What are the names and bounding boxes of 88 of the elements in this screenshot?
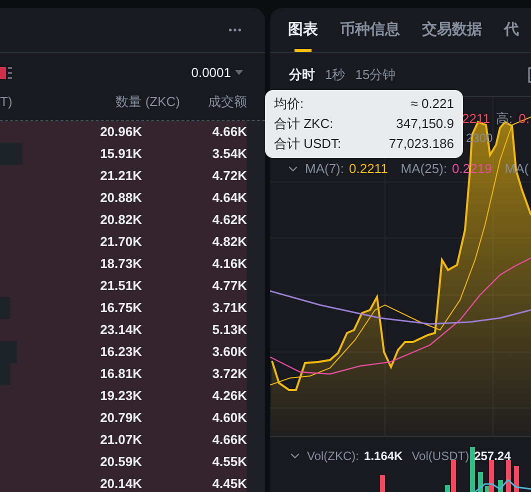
amount-text: 16.75K xyxy=(99,299,142,318)
total-text: 4.72K xyxy=(211,167,247,186)
amount-text: 20.82K xyxy=(99,211,142,230)
interval-tab[interactable]: 1秒 xyxy=(325,64,346,84)
tab[interactable]: 币种信息 xyxy=(340,8,400,52)
volume-label: Vol(ZKC): xyxy=(307,448,360,465)
precision-dropdown[interactable]: 0.0001 xyxy=(191,62,243,82)
order-row[interactable]: 15.91K 3.54K xyxy=(0,143,247,165)
amount-text: 21.07K xyxy=(99,431,142,450)
ma-label: MA( xyxy=(504,160,529,178)
amount-text: 20.79K xyxy=(99,409,142,428)
amount-text: 21.51K xyxy=(99,277,142,296)
order-row[interactable]: 23.14K 5.13K xyxy=(0,319,247,341)
total-text: 4.66K xyxy=(211,123,247,142)
tooltip-label: 均价: xyxy=(274,95,304,113)
tooltip-value: 347,150.9 xyxy=(396,115,454,133)
tab[interactable]: 图表 xyxy=(288,8,318,52)
volume-bar xyxy=(380,475,385,492)
total-text: 4.26K xyxy=(211,387,247,406)
ma-value: 0.2211 xyxy=(349,160,388,178)
total-text: 4.16K xyxy=(211,255,247,274)
order-row[interactable]: 16.75K 3.71K xyxy=(0,297,247,319)
amount-text: 21.21K xyxy=(99,167,142,186)
order-row[interactable]: 20.59K 4.55K xyxy=(0,451,247,473)
total-text: 5.13K xyxy=(211,321,247,340)
order-row[interactable]: 19.23K 4.26K xyxy=(0,385,247,407)
tab-underline xyxy=(294,49,312,52)
amount-text: 16.23K xyxy=(99,343,142,362)
ma-label: MA(7): xyxy=(305,160,344,178)
total-text: 4.55K xyxy=(211,453,247,472)
volume-label: Vol(USDT) xyxy=(412,448,470,465)
amount-text: 23.14K xyxy=(99,321,142,340)
total-text: 3.54K xyxy=(211,145,247,164)
order-row[interactable]: 20.82K 4.62K xyxy=(0,209,247,231)
order-row[interactable]: 21.70K 4.82K xyxy=(0,231,247,253)
total-text: 4.82K xyxy=(211,233,247,252)
scrollbar-track[interactable] xyxy=(247,121,265,492)
amount-text: 20.88K xyxy=(99,189,142,208)
amount-text: 20.96K xyxy=(99,123,142,142)
order-row[interactable]: 20.88K 4.64K xyxy=(0,187,247,209)
amount-text: 16.81K xyxy=(99,365,142,384)
volume-average-line xyxy=(474,478,531,492)
tooltip-value: ≈ 0.221 xyxy=(410,95,454,113)
tooltip-label: 合计 USDT: xyxy=(274,135,342,153)
column-header: 数量 (ZKC) xyxy=(116,93,180,111)
amount-text: 19.23K xyxy=(99,387,142,406)
order-book-view-icon[interactable] xyxy=(0,66,12,78)
interval-tab[interactable]: 分时 xyxy=(289,64,315,84)
total-text: 4.77K xyxy=(211,277,247,296)
order-row[interactable]: 21.21K 4.72K xyxy=(0,165,247,187)
tooltip-value: 77,023.186 xyxy=(388,135,454,153)
order-row[interactable]: 21.07K 4.66K xyxy=(0,429,247,451)
order-row[interactable]: 20.96K 4.66K xyxy=(0,121,247,143)
amount-text: 20.14K xyxy=(99,475,142,492)
volume-bar xyxy=(514,466,519,492)
ma-label: MA(25): xyxy=(400,160,448,178)
volume-value: 1.164K xyxy=(364,448,403,465)
tab[interactable]: 代 xyxy=(504,8,519,52)
order-row[interactable]: 20.14K 4.45K xyxy=(0,473,247,492)
ohlc-label: 高: xyxy=(496,110,513,128)
column-header: 成交额 xyxy=(208,93,247,111)
amount-text: 15.91K xyxy=(99,145,142,164)
amount-text: 18.73K xyxy=(99,255,142,274)
amount-text: 20.59K xyxy=(99,453,142,472)
total-text: 3.71K xyxy=(211,299,247,318)
order-row[interactable]: 21.51K 4.77K xyxy=(0,275,247,297)
tab[interactable]: 交易数据 xyxy=(422,8,482,52)
total-text: 4.45K xyxy=(211,475,247,492)
order-row[interactable]: 18.73K 4.16K xyxy=(0,253,247,275)
volume-bar xyxy=(478,472,483,492)
volume-bar xyxy=(498,480,503,492)
total-text: 4.64K xyxy=(211,189,247,208)
total-text: 3.72K xyxy=(211,365,247,384)
order-row[interactable]: 16.23K 3.60K xyxy=(0,341,247,363)
volume-bar xyxy=(470,447,475,492)
total-text: 4.66K xyxy=(211,431,247,450)
volume-bar xyxy=(506,460,511,492)
order-row[interactable]: 20.79K 4.60K xyxy=(0,407,247,429)
total-text: 4.62K xyxy=(211,211,247,230)
column-header: T) xyxy=(0,93,12,111)
ohlc-value: 2211 xyxy=(462,110,490,128)
order-row[interactable]: 16.81K 3.72K xyxy=(0,363,247,385)
tooltip-label: 合计 ZKC: xyxy=(274,115,334,133)
total-text: 3.60K xyxy=(211,343,247,362)
total-text: 4.60K xyxy=(211,409,247,428)
caret-icon xyxy=(235,70,243,75)
amount-text: 21.70K xyxy=(99,233,142,252)
interval-tab[interactable]: 15分钟 xyxy=(355,64,396,84)
